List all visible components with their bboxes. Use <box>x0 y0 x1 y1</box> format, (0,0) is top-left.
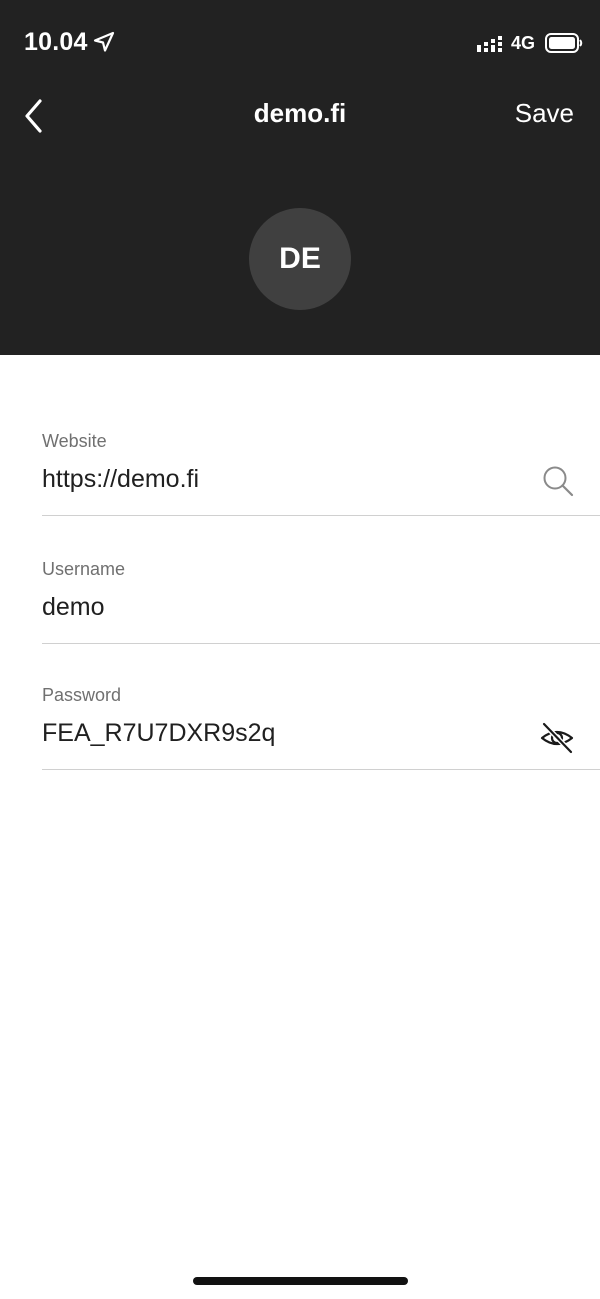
status-time: 10.04 <box>24 28 88 56</box>
username-label: Username <box>42 559 126 579</box>
back-button[interactable] <box>14 94 54 138</box>
password-input[interactable]: FEA_R7U7DXR9s2q <box>42 719 275 748</box>
location-arrow-icon <box>93 31 115 52</box>
network-label: 4G <box>511 33 536 53</box>
avatar-initials: DE <box>279 242 321 275</box>
password-label: Password <box>42 685 122 705</box>
nav-bar: demo.fi Save <box>0 88 600 144</box>
avatar: DE <box>249 208 351 310</box>
battery-icon <box>545 33 583 53</box>
signal-icon <box>477 36 502 52</box>
website-field[interactable]: Website https://demo.fi <box>42 420 600 516</box>
eye-off-icon[interactable] <box>540 721 574 755</box>
status-bar: 10.04 4G <box>0 0 600 88</box>
save-button[interactable]: Save <box>515 98 574 129</box>
search-icon[interactable] <box>541 464 575 498</box>
website-input[interactable]: https://demo.fi <box>42 465 199 494</box>
header: 10.04 4G demo.fi Save DE <box>0 0 600 355</box>
home-indicator[interactable] <box>193 1277 408 1285</box>
chevron-left-icon <box>25 99 42 133</box>
username-input[interactable]: demo <box>42 593 105 622</box>
password-field[interactable]: Password FEA_R7U7DXR9s2q <box>42 674 600 770</box>
username-field[interactable]: Username demo <box>42 548 600 644</box>
website-label: Website <box>42 431 107 451</box>
page-title: demo.fi <box>253 98 347 128</box>
